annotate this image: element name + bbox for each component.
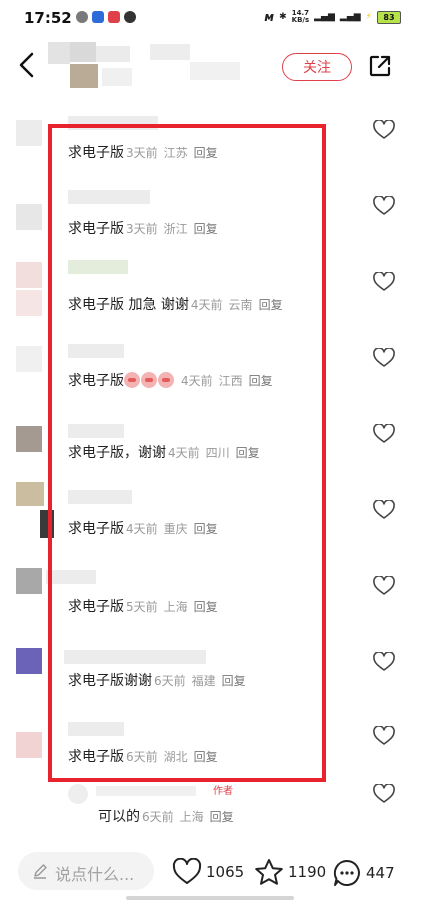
heart-icon: [172, 858, 202, 884]
header: 关注: [0, 36, 421, 96]
heart-icon[interactable]: [373, 784, 395, 804]
like-button[interactable]: 1065: [172, 858, 244, 885]
commenter-avatar[interactable]: [16, 346, 42, 372]
follow-button[interactable]: 关注: [282, 53, 352, 81]
nfc-icon: ᴍ: [264, 10, 275, 24]
author-avatar-blurred[interactable]: [48, 42, 134, 92]
status-bar: 17:52 ᴍ ✱ 14.7 KB/s ▂▄▆ ▂▄▆ ⚡ 83: [0, 0, 421, 36]
bluetooth-icon: ✱: [279, 12, 287, 22]
commenter-avatar[interactable]: [16, 262, 42, 288]
heart-icon[interactable]: [373, 120, 395, 140]
comment-input-placeholder: 说点什么...: [55, 865, 135, 884]
share-icon[interactable]: [368, 54, 392, 78]
star-icon: [255, 859, 283, 885]
author-name-blurred: [150, 44, 190, 60]
like-count: 1065: [206, 862, 245, 881]
app-icon: [92, 11, 104, 23]
back-icon[interactable]: [16, 50, 38, 80]
battery-indicator: 83: [377, 10, 401, 24]
author-tag: 作者: [213, 786, 233, 797]
heart-icon[interactable]: [373, 348, 395, 368]
highlight-box: [48, 124, 326, 782]
heart-icon[interactable]: [373, 576, 395, 596]
commenter-avatar[interactable]: [16, 482, 44, 506]
heart-icon[interactable]: [373, 652, 395, 672]
app-icon: [108, 11, 120, 23]
author-reply-line: 可以的 6天前 上海 回复: [98, 806, 234, 826]
status-time: 17:52: [24, 9, 72, 27]
bottom-bar: 说点什么... 1065 1190 447: [0, 836, 421, 902]
heart-icon[interactable]: [373, 500, 395, 520]
collect-count: 1190: [288, 863, 327, 881]
signal-icon: ▂▄▆: [339, 12, 361, 22]
author-reply-item[interactable]: 可以的 6天前 上海 回复: [0, 780, 421, 830]
heart-icon[interactable]: [373, 196, 395, 216]
pencil-icon: [34, 864, 47, 879]
comment-count: 447: [366, 864, 395, 882]
reply-button[interactable]: 回复: [210, 810, 234, 824]
chat-bubble-icon: [333, 859, 360, 886]
author-reply-text: 可以的: [98, 809, 140, 825]
commenter-avatar[interactable]: [16, 290, 42, 316]
heart-icon[interactable]: [373, 272, 395, 292]
heart-icon[interactable]: [373, 424, 395, 444]
author-reply-time: 6天前: [142, 810, 174, 824]
notification-icons: [76, 11, 136, 23]
home-indicator: [126, 896, 294, 900]
chat-icon: [76, 11, 88, 23]
collect-button[interactable]: 1190: [254, 858, 326, 886]
commenter-avatar[interactable]: [16, 648, 42, 674]
commenter-avatar[interactable]: [16, 426, 42, 452]
author-reply-location: 上海: [179, 810, 204, 824]
commenter-avatar[interactable]: [16, 204, 42, 230]
heart-icon[interactable]: [373, 726, 395, 746]
comment-count-button[interactable]: 447: [332, 858, 395, 888]
commenter-avatar[interactable]: [16, 732, 42, 758]
signal-icon: ▂▄▆: [314, 12, 335, 22]
commenter-avatar[interactable]: [16, 120, 42, 146]
message-icon: [124, 11, 136, 23]
charging-icon: ⚡: [365, 12, 372, 22]
status-right: ᴍ ✱ 14.7 KB/s ▂▄▆ ▂▄▆ ⚡ 83: [264, 10, 401, 24]
network-speed: 14.7 KB/s: [291, 9, 310, 24]
comment-input[interactable]: 说点什么...: [18, 852, 154, 890]
author-name-blurred: [190, 62, 240, 80]
commenter-avatar[interactable]: [16, 568, 42, 594]
author-avatar[interactable]: [68, 784, 88, 804]
author-name-blurred: [96, 786, 196, 796]
